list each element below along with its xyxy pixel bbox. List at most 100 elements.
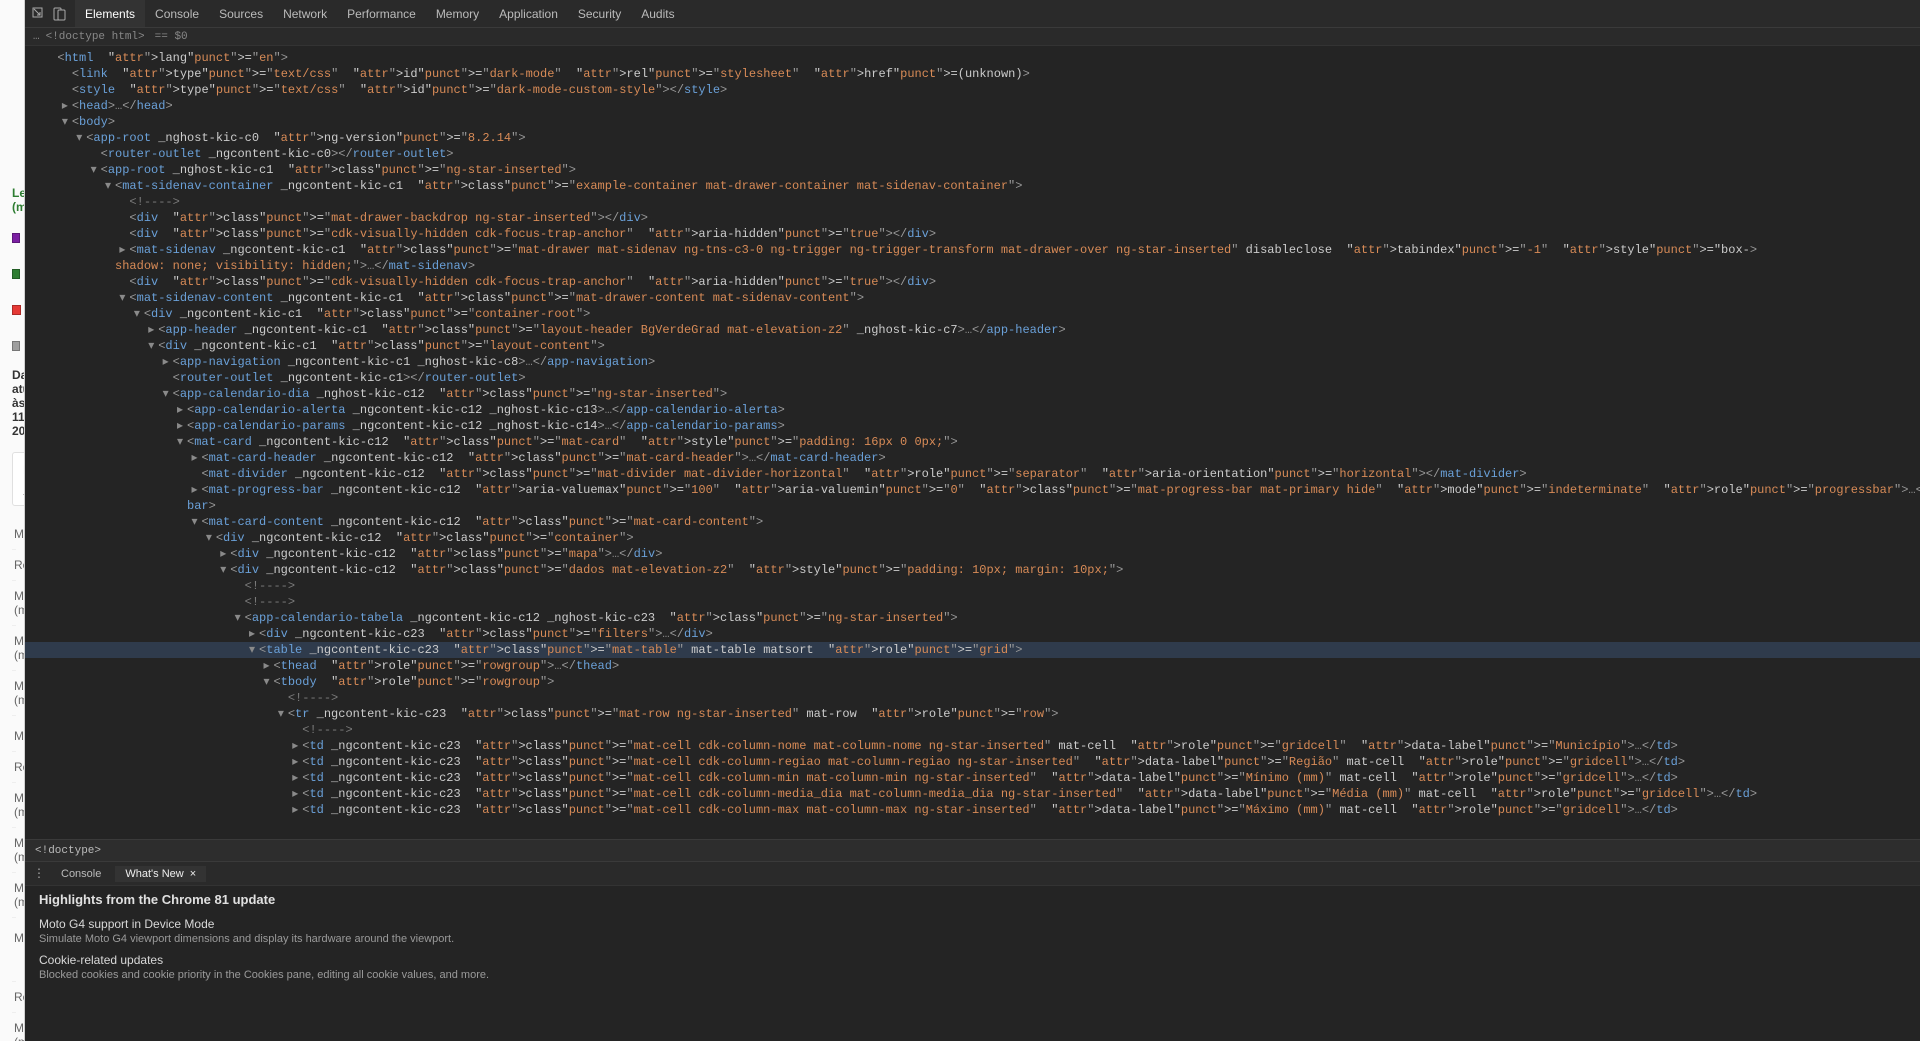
dom-line[interactable]: ▾<mat-sidenav-container _ngcontent-kic-c… [25, 178, 1920, 194]
data-row: RegiãoCARIRI [12, 550, 16, 581]
row-label: Máximo (mm) [14, 881, 25, 909]
legend-item: De 15.1 a 25.0 [12, 262, 25, 286]
devtools-drawer: ⋮ Console What's New× ✕ Highlights from … [25, 861, 1920, 1041]
dom-line[interactable]: ▸<td _ngcontent-kic-c23 "attr">class"pun… [25, 786, 1920, 802]
drawer-item-desc: Simulate Moto G4 viewport dimensions and… [39, 933, 1920, 945]
dom-line[interactable]: <!----> [25, 194, 1920, 210]
devtools-tab-console[interactable]: Console [145, 0, 209, 27]
dom-line[interactable]: ▸<mat-card-header _ngcontent-kic-c12 "at… [25, 450, 1920, 466]
legend-item: Sem Informação [12, 334, 25, 358]
dom-line[interactable]: ▾<app-root _nghost-kic-c0 "attr">ng-vers… [25, 130, 1920, 146]
dom-line[interactable]: ▸<app-calendario-alerta _ngcontent-kic-c… [25, 402, 1920, 418]
dom-line[interactable]: ▸<td _ngcontent-kic-c23 "attr">class"pun… [25, 754, 1920, 770]
row-label: Média (mm) [14, 836, 25, 864]
data-row: Média (mm)0 [12, 626, 16, 671]
dom-line[interactable]: ▸<app-navigation _ngcontent-kic-c1 _ngho… [25, 354, 1920, 370]
dom-line[interactable]: <style "attr">type"punct">="text/css" "a… [25, 82, 1920, 98]
kebab-icon[interactable]: ⋮ [31, 866, 47, 882]
drawer-item-title[interactable]: Cookie-related updates [39, 953, 1920, 967]
data-row: RegiãoCARIRI [12, 752, 16, 783]
dom-line[interactable]: ▾<mat-card-content _ngcontent-kic-c12 "a… [25, 514, 1920, 530]
dom-line[interactable]: ▸<app-header _ngcontent-kic-c1 "attr">cl… [25, 322, 1920, 338]
app-left-pane: Legenda (mm) Acima de 50.1 De 25.1 a 50.… [0, 0, 25, 1041]
dom-line[interactable]: ▾<tr _ngcontent-kic-c23 "attr">class"pun… [25, 706, 1920, 722]
dom-line[interactable]: <!----> [25, 722, 1920, 738]
dom-pane: …<!doctype html> == $0 <html "attr">lang… [25, 28, 1920, 861]
dom-line[interactable]: ▾<app-calendario-tabela _ngcontent-kic-c… [25, 610, 1920, 626]
data-row: Máximo (mm)0 [12, 873, 16, 918]
dom-line[interactable]: ▸<thead "attr">role"punct">="rowgroup">…… [25, 658, 1920, 674]
row-label: Mínimo (mm) [14, 589, 25, 617]
dom-line[interactable]: ▸<head>…</head> [25, 98, 1920, 114]
dom-line[interactable]: <!----> [25, 578, 1920, 594]
dom-line[interactable]: ▾<div _ngcontent-kic-c1 "attr">class"pun… [25, 306, 1920, 322]
dom-line[interactable]: shadow: none; visibility: hidden;">…</ma… [25, 258, 1920, 274]
crumb-dollar: == $0 [155, 31, 188, 43]
dom-line[interactable]: <div "attr">class"punct">="mat-drawer-ba… [25, 210, 1920, 226]
drawer-whatsnew-tab[interactable]: What's New× [115, 866, 206, 882]
devtools-tabs: ElementsConsoleSourcesNetworkPerformance… [75, 0, 685, 27]
row-label: Mínimo (mm) [14, 791, 25, 819]
row-label: Município [14, 729, 25, 743]
row-label: Região [14, 990, 25, 1004]
devtools-tab-memory[interactable]: Memory [426, 0, 489, 27]
dom-line[interactable]: <router-outlet _ngcontent-kic-c0></route… [25, 146, 1920, 162]
dom-line[interactable]: <div "attr">class"punct">="cdk-visually-… [25, 226, 1920, 242]
crumb-doctype: <!doctype html> [46, 31, 145, 43]
devtools-tab-security[interactable]: Security [568, 0, 631, 27]
row-label: Região [14, 558, 25, 572]
dom-line[interactable]: ▸<mat-progress-bar _ngcontent-kic-c12 "a… [25, 482, 1920, 498]
dom-line[interactable]: ▾<div _ngcontent-kic-c1 "attr">class"pun… [25, 338, 1920, 354]
devtools-tab-audits[interactable]: Audits [631, 0, 684, 27]
devtools-tab-network[interactable]: Network [273, 0, 337, 27]
row-label: Mínimo (mm) [14, 1021, 25, 1041]
data-row: RegiãoCARIRI [12, 982, 16, 1013]
device-icon[interactable] [51, 6, 67, 22]
inspect-icon[interactable] [31, 6, 47, 22]
dom-breadcrumb[interactable]: <!doctype> [25, 839, 1920, 861]
data-row: MunicípioJardim [12, 519, 16, 550]
dom-line[interactable]: ▸<app-calendario-params _ngcontent-kic-c… [25, 418, 1920, 434]
dom-line[interactable]: ▾<mat-sidenav-content _ngcontent-kic-c1 … [25, 290, 1920, 306]
drawer-console-tab[interactable]: Console [51, 866, 111, 882]
dom-line[interactable]: <!----> [25, 594, 1920, 610]
dom-line[interactable]: ▾<tbody "attr">role"punct">="rowgroup"> [25, 674, 1920, 690]
dom-line[interactable]: <!----> [25, 690, 1920, 706]
row-label: Município [14, 931, 25, 973]
data-row: Máximo (mm)0 [12, 671, 16, 716]
dom-line[interactable]: <html "attr">lang"punct">="en"> [25, 50, 1920, 66]
dom-line[interactable]: ▾<body> [25, 114, 1920, 130]
devtools-tab-performance[interactable]: Performance [337, 0, 426, 27]
dom-line[interactable]: ▸<td _ngcontent-kic-c23 "attr">class"pun… [25, 738, 1920, 754]
dom-line[interactable]: ▸<td _ngcontent-kic-c23 "attr">class"pun… [25, 770, 1920, 786]
devtools-tab-application[interactable]: Application [489, 0, 568, 27]
dom-top-bar: …<!doctype html> == $0 [25, 28, 1920, 46]
dom-line[interactable]: <router-outlet _ngcontent-kic-c1></route… [25, 370, 1920, 386]
dom-line[interactable]: <link "attr">type"punct">="text/css" "at… [25, 66, 1920, 82]
drawer-item-desc: Blocked cookies and cookie priority in t… [39, 969, 1920, 981]
dom-tree[interactable]: <html "attr">lang"punct">="en"> <link "a… [25, 46, 1920, 839]
dom-line[interactable]: ▾<table _ngcontent-kic-c23 "attr">class"… [25, 642, 1920, 658]
data-row: MunicípioJuazeiro do Norte [12, 923, 16, 982]
dom-line[interactable]: <div "attr">class"punct">="cdk-visually-… [25, 274, 1920, 290]
row-label: Média (mm) [14, 634, 25, 662]
dom-line[interactable]: ▸<div _ngcontent-kic-c12 "attr">class"pu… [25, 546, 1920, 562]
legend-item: Acima de 50.1 [12, 220, 25, 256]
devtools-tab-sources[interactable]: Sources [209, 0, 273, 27]
data-row: Mínimo (mm)0 [12, 581, 16, 626]
data-row: Média (mm)0 [12, 828, 16, 873]
close-icon[interactable]: × [190, 868, 196, 880]
dom-line[interactable]: ▾<app-root _nghost-kic-c1 "attr">class"p… [25, 162, 1920, 178]
dom-line[interactable]: ▾<div _ngcontent-kic-c12 "attr">class"pu… [25, 562, 1920, 578]
dom-line[interactable]: ▸<div _ngcontent-kic-c23 "attr">class"pu… [25, 626, 1920, 642]
devtools-tab-elements[interactable]: Elements [75, 0, 145, 27]
devtools: ElementsConsoleSourcesNetworkPerformance… [25, 0, 1920, 1041]
dom-line[interactable]: ▸<mat-sidenav _ngcontent-kic-c1 "attr">c… [25, 242, 1920, 258]
dom-line[interactable]: bar> [25, 498, 1920, 514]
dom-line[interactable]: ▾<app-calendario-dia _nghost-kic-c12 "at… [25, 386, 1920, 402]
dom-line[interactable]: ▸<td _ngcontent-kic-c23 "attr">class"pun… [25, 802, 1920, 818]
drawer-item-title[interactable]: Moto G4 support in Device Mode [39, 917, 1920, 931]
dom-line[interactable]: ▾<mat-card _ngcontent-kic-c12 "attr">cla… [25, 434, 1920, 450]
dom-line[interactable]: <mat-divider _ngcontent-kic-c12 "attr">c… [25, 466, 1920, 482]
dom-line[interactable]: ▾<div _ngcontent-kic-c12 "attr">class"pu… [25, 530, 1920, 546]
